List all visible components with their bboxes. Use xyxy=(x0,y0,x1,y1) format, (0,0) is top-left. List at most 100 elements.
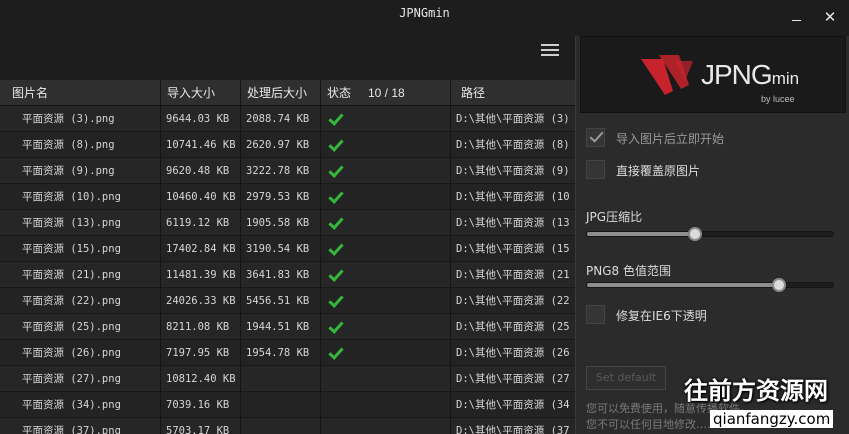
menu-icon[interactable] xyxy=(541,44,559,58)
done-check-icon xyxy=(328,162,344,178)
minimize-button[interactable] xyxy=(787,8,805,26)
file-name-cell: 平面资源 (13).png xyxy=(0,210,161,236)
done-check-icon xyxy=(328,292,344,308)
file-name-cell: 平面资源 (10).png xyxy=(0,184,161,210)
path-cell: D:\其他\平面资源 (27 xyxy=(456,373,570,385)
path-cell: D:\其他\平面资源 (34 xyxy=(456,399,570,411)
table-row[interactable]: 平面资源 (25).png 8211.08 KB 1944.51 KB D:\其他\平… xyxy=(0,314,575,340)
file-name-cell: 平面资源 (15).png xyxy=(0,236,161,262)
table-row[interactable]: 平面资源 (13).png 6119.12 KB 1905.58 KB D:\其他\平… xyxy=(0,210,575,236)
slider-fill xyxy=(587,232,696,236)
path-cell: D:\其他\平面资源 (22 xyxy=(456,295,570,307)
status-cell xyxy=(321,366,451,392)
output-size-cell: 5456.51 KB xyxy=(241,288,321,314)
output-size-cell xyxy=(241,366,321,392)
status-cell xyxy=(321,184,451,210)
jpg-quality-slider[interactable] xyxy=(586,227,834,241)
input-size-cell: 10812.40 KB xyxy=(161,366,241,392)
column-header-input-size[interactable]: 导入大小 xyxy=(161,80,241,106)
status-cell xyxy=(321,288,451,314)
table-row[interactable]: 平面资源 (22).png 24026.33 KB 5456.51 KB D:\其他\… xyxy=(0,288,575,314)
table-row[interactable]: 平面资源 (9).png 9620.48 KB 3222.78 KB D:\其他\平面… xyxy=(0,158,575,184)
watermark-text: 往前方资源网 xyxy=(684,377,828,405)
table-row[interactable]: 平面资源 (26).png 7197.95 KB 1954.78 KB D:\其他\平… xyxy=(0,340,575,366)
path-cell: D:\其他\平面资源 (26 xyxy=(456,347,570,359)
input-size-cell: 9644.03 KB xyxy=(161,106,241,132)
path-cell: D:\其他\平面资源 (37 xyxy=(456,425,570,434)
input-size-cell: 7197.95 KB xyxy=(161,340,241,366)
status-cell xyxy=(321,132,451,158)
output-size-cell: 1944.51 KB xyxy=(241,314,321,340)
input-size-cell: 10460.40 KB xyxy=(161,184,241,210)
output-size-cell: 3641.83 KB xyxy=(241,262,321,288)
table-row[interactable]: 平面资源 (10).png 10460.40 KB 2979.53 KB D:\其他\… xyxy=(0,184,575,210)
path-cell: D:\其他\平面资源 (13 xyxy=(456,217,570,229)
input-size-cell: 8211.08 KB xyxy=(161,314,241,340)
column-header-name[interactable]: 图片名 xyxy=(0,80,161,106)
checkbox-box[interactable] xyxy=(586,128,605,147)
status-cell xyxy=(321,106,451,132)
output-size-cell: 2620.97 KB xyxy=(241,132,321,158)
logo-mark-icon xyxy=(641,55,693,95)
path-cell: D:\其他\平面资源 (10 xyxy=(456,191,570,203)
license-note-line2: 您不可以任何目地修改…… xyxy=(586,418,718,431)
logo: JPNGmin by lucee xyxy=(580,36,846,113)
input-size-cell: 17402.84 KB xyxy=(161,236,241,262)
file-name-cell: 平面资源 (9).png xyxy=(0,158,161,184)
done-check-icon xyxy=(328,344,344,360)
input-size-cell: 11481.39 KB xyxy=(161,262,241,288)
table-row[interactable]: 平面资源 (37).png 5703.17 KB D:\其他\平面资源 (37 xyxy=(0,418,575,434)
file-table: 图片名 导入大小 处理后大小 状态 10 / 18 路径 平面资源 (3).pn… xyxy=(0,80,575,434)
checkbox-box[interactable] xyxy=(586,305,605,324)
output-size-cell xyxy=(241,392,321,418)
column-header-path[interactable]: 路径 xyxy=(451,80,575,106)
output-size-cell: 1905.58 KB xyxy=(241,210,321,236)
path-cell: D:\其他\平面资源 (3) xyxy=(456,113,570,125)
done-check-icon xyxy=(328,188,344,204)
done-check-icon xyxy=(328,318,344,334)
status-cell xyxy=(321,340,451,366)
status-cell xyxy=(321,236,451,262)
table-row[interactable]: 平面资源 (8).png 10741.46 KB 2620.97 KB D:\其他\平… xyxy=(0,132,575,158)
path-cell: D:\其他\平面资源 (15 xyxy=(456,243,570,255)
path-cell: D:\其他\平面资源 (9) xyxy=(456,165,570,177)
file-name-cell: 平面资源 (21).png xyxy=(0,262,161,288)
file-name-cell: 平面资源 (25).png xyxy=(0,314,161,340)
input-size-cell: 10741.46 KB xyxy=(161,132,241,158)
overwrite-label: 直接覆盖原图片 xyxy=(616,164,701,178)
file-name-cell: 平面资源 (27).png xyxy=(0,366,161,392)
checkbox-box[interactable] xyxy=(586,160,605,179)
file-name-cell: 平面资源 (37).png xyxy=(0,418,161,434)
table-row[interactable]: 平面资源 (34).png 7039.16 KB D:\其他\平面资源 (34 xyxy=(0,392,575,418)
progress-count: 10 / 18 xyxy=(368,86,405,100)
table-row[interactable]: 平面资源 (3).png 9644.03 KB 2088.74 KB D:\其他\平面… xyxy=(0,106,575,132)
slider-handle[interactable] xyxy=(688,227,703,241)
file-name-cell: 平面资源 (22).png xyxy=(0,288,161,314)
input-size-cell: 6119.12 KB xyxy=(161,210,241,236)
path-cell: D:\其他\平面资源 (21 xyxy=(456,269,570,281)
output-size-cell xyxy=(241,418,321,434)
output-size-cell: 2088.74 KB xyxy=(241,106,321,132)
output-size-cell: 3190.54 KB xyxy=(241,236,321,262)
close-button[interactable]: ✕ xyxy=(821,8,839,26)
output-size-cell: 3222.78 KB xyxy=(241,158,321,184)
slider-handle[interactable] xyxy=(771,278,786,292)
set-default-button[interactable]: Set default xyxy=(586,366,666,390)
done-check-icon xyxy=(328,240,344,256)
status-cell xyxy=(321,418,451,434)
input-size-cell: 24026.33 KB xyxy=(161,288,241,314)
title-bar: JPNGmin ✕ xyxy=(0,0,849,36)
png-colors-slider[interactable] xyxy=(586,278,834,292)
table-row[interactable]: 平面资源 (27).png 10812.40 KB D:\其他\平面资源 (27 xyxy=(0,366,575,392)
status-cell xyxy=(321,158,451,184)
done-check-icon xyxy=(328,110,344,126)
column-header-output-size[interactable]: 处理后大小 xyxy=(241,80,321,106)
done-check-icon xyxy=(328,136,344,152)
logo-text: JPNGmin xyxy=(701,59,800,90)
table-row[interactable]: 平面资源 (21).png 11481.39 KB 3641.83 KB D:\其他\… xyxy=(0,262,575,288)
ie6-fix-label: 修复在IE6下透明 xyxy=(616,309,707,323)
input-size-cell: 9620.48 KB xyxy=(161,158,241,184)
table-row[interactable]: 平面资源 (15).png 17402.84 KB 3190.54 KB D:\其他\… xyxy=(0,236,575,262)
file-name-cell: 平面资源 (3).png xyxy=(0,106,161,132)
status-cell xyxy=(321,210,451,236)
